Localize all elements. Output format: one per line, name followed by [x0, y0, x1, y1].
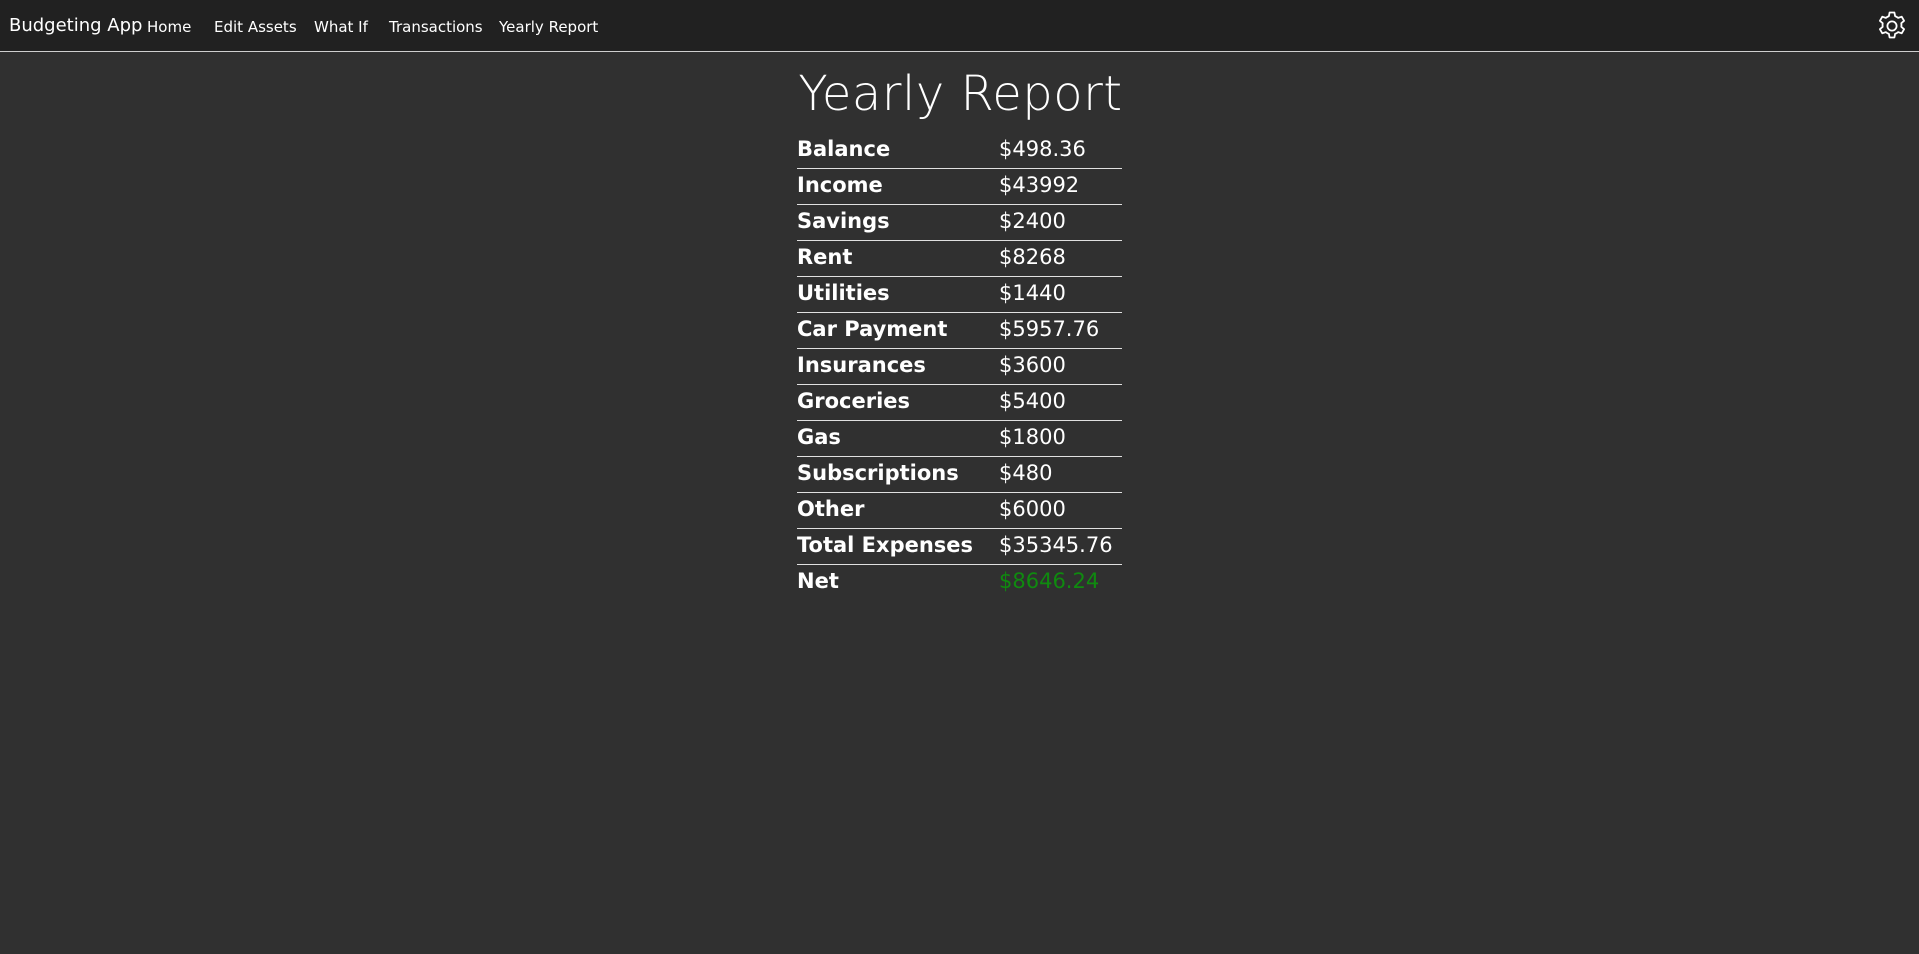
report-row-groceries: Groceries $5400	[797, 385, 1122, 421]
top-navbar: Budgeting App Home Edit Assets What If T…	[0, 0, 1919, 52]
row-value: $2400	[999, 209, 1066, 233]
row-label: Total Expenses	[797, 533, 974, 557]
report-row-savings: Savings $2400	[797, 205, 1122, 241]
yearly-report-table: Balance $498.36 Income $43992 Savings $2…	[797, 133, 1122, 600]
row-label: Income	[797, 173, 883, 197]
report-row-rent: Rent $8268	[797, 241, 1122, 277]
page-title-text: Yearly Report	[798, 66, 1123, 122]
row-value: $35345.76	[999, 533, 1113, 557]
row-value: $3600	[999, 353, 1066, 377]
row-value: $6000	[999, 497, 1066, 521]
row-label: Groceries	[797, 389, 911, 413]
row-label: Other	[797, 497, 865, 521]
nav-home[interactable]: Home	[147, 18, 191, 36]
net-value: $8646.24	[999, 569, 1100, 593]
report-row-total-expenses: Total Expenses $35345.76	[797, 529, 1122, 565]
settings-button[interactable]	[1876, 10, 1908, 42]
row-value: $5957.76	[999, 317, 1100, 341]
nav-transactions[interactable]: Transactions	[389, 18, 483, 36]
page-title: Yearly Report	[0, 66, 1919, 122]
gear-icon	[1876, 10, 1908, 42]
row-value: $5400	[999, 389, 1066, 413]
row-label: Insurances	[797, 353, 926, 377]
report-row-gas: Gas $1800	[797, 421, 1122, 457]
report-row-net: Net $8646.24	[797, 565, 1122, 600]
row-value: $43992	[999, 173, 1080, 197]
report-row-balance: Balance $498.36	[797, 133, 1122, 169]
row-label: Rent	[797, 245, 853, 269]
row-value: $1440	[999, 281, 1066, 305]
row-label: Net	[797, 569, 839, 593]
row-label: Savings	[797, 209, 890, 233]
row-value: $498.36	[999, 137, 1086, 161]
row-label: Utilities	[797, 281, 890, 305]
report-row-insurances: Insurances $3600	[797, 349, 1122, 385]
row-label: Gas	[797, 425, 841, 449]
row-label: Balance	[797, 137, 891, 161]
row-value: $1800	[999, 425, 1066, 449]
nav-what-if[interactable]: What If	[314, 18, 368, 36]
brand-link[interactable]: Budgeting App	[9, 15, 142, 36]
nav-edit-assets[interactable]: Edit Assets	[214, 18, 297, 36]
row-value: $480	[999, 461, 1053, 485]
report-row-income: Income $43992	[797, 169, 1122, 205]
row-label: Subscriptions	[797, 461, 959, 485]
report-row-car-payment: Car Payment $5957.76	[797, 313, 1122, 349]
row-value: $8268	[999, 245, 1066, 269]
row-label: Car Payment	[797, 317, 948, 341]
report-row-utilities: Utilities $1440	[797, 277, 1122, 313]
report-row-other: Other $6000	[797, 493, 1122, 529]
report-row-subscriptions: Subscriptions $480	[797, 457, 1122, 493]
nav-yearly-report[interactable]: Yearly Report	[499, 18, 598, 36]
